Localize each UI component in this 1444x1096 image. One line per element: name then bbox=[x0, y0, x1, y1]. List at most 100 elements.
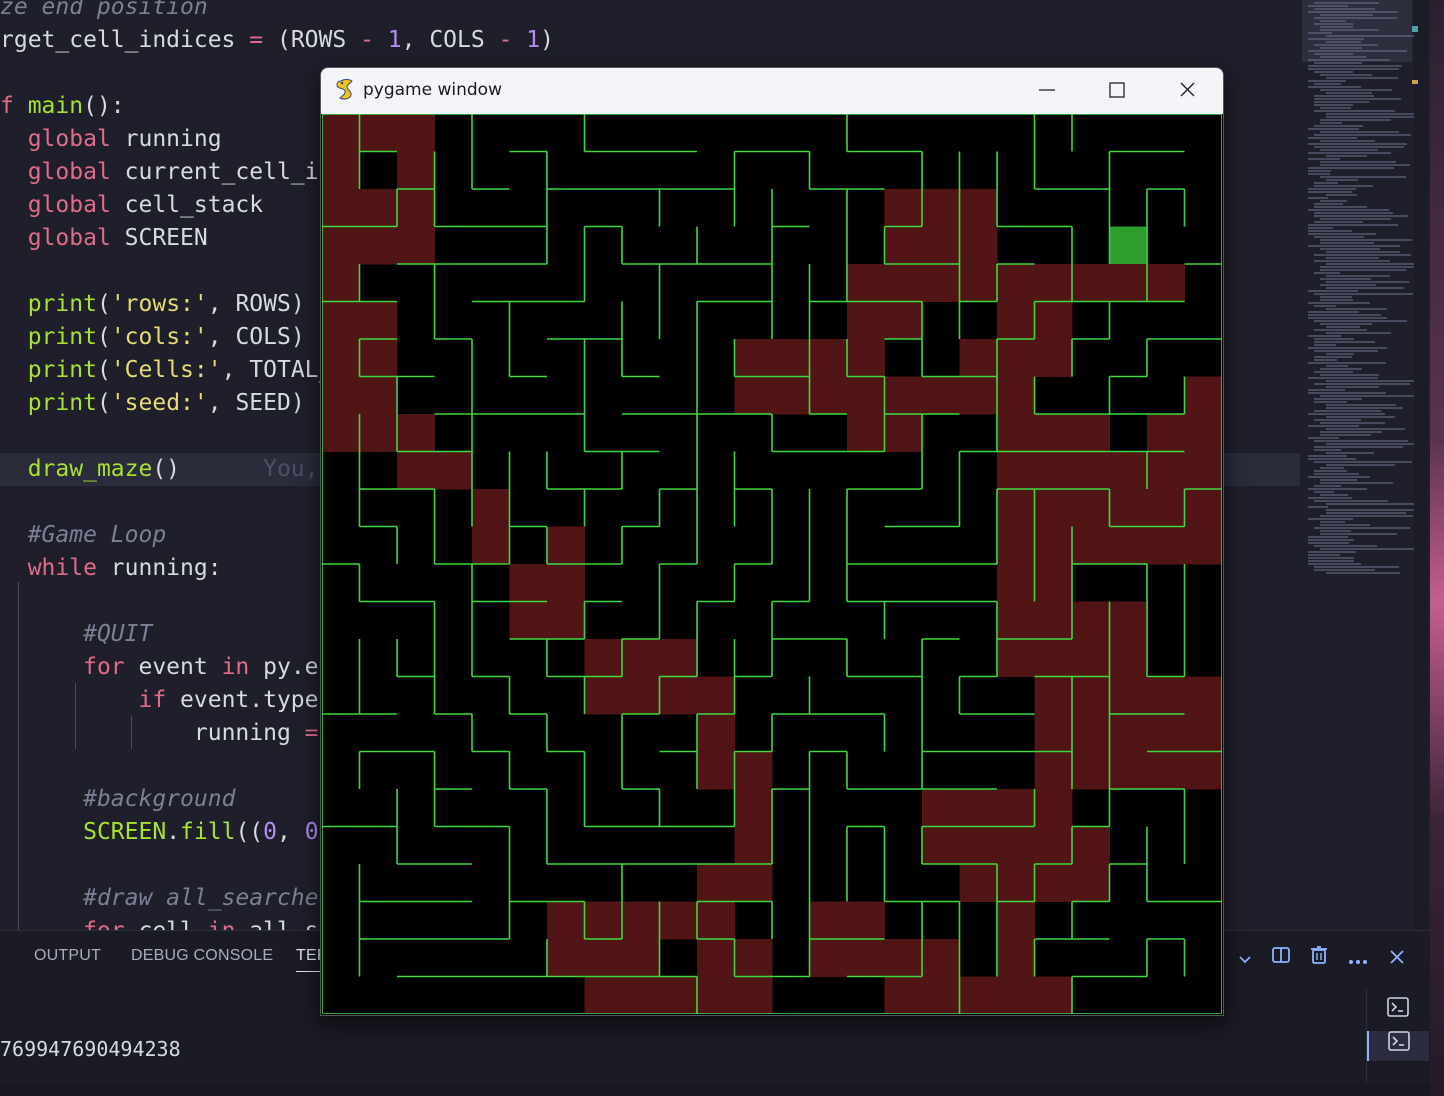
searched-cell bbox=[359, 414, 398, 452]
searched-cell bbox=[997, 639, 1035, 677]
minimap-line bbox=[1314, 341, 1375, 343]
minimap-line bbox=[1314, 110, 1396, 112]
code-line[interactable]: print('Cells:', TOTAL_ bbox=[0, 354, 333, 387]
code-line[interactable]: global running bbox=[0, 123, 222, 156]
minimap-line bbox=[1308, 539, 1355, 541]
code-line[interactable]: #QUIT bbox=[0, 618, 152, 651]
minimap-line bbox=[1320, 434, 1371, 436]
minimap-line bbox=[1308, 536, 1348, 538]
trash-icon[interactable] bbox=[1306, 945, 1332, 971]
code-line[interactable]: if event.type bbox=[0, 684, 319, 717]
code-token: ( bbox=[96, 357, 111, 383]
searched-cell bbox=[584, 939, 623, 977]
searched-cell bbox=[1109, 714, 1148, 752]
minimap-line bbox=[1320, 122, 1342, 124]
minimap-line bbox=[1314, 545, 1377, 547]
close-icon[interactable] bbox=[1384, 945, 1410, 971]
terminal-instance-active[interactable] bbox=[1367, 1031, 1429, 1061]
minimap-line bbox=[1314, 206, 1368, 208]
minimap-line bbox=[1308, 488, 1367, 490]
searched-cell bbox=[1072, 414, 1110, 452]
minimap-line bbox=[1326, 194, 1357, 196]
searched-cell bbox=[1034, 676, 1073, 715]
minimap-line bbox=[1320, 467, 1345, 469]
code-line[interactable]: global cell_stack bbox=[0, 189, 263, 222]
searched-cell bbox=[959, 189, 998, 227]
code-line[interactable]: while running: bbox=[0, 552, 222, 585]
code-token: You, bbox=[180, 456, 319, 482]
code-line[interactable]: running = bbox=[0, 717, 319, 750]
code-line[interactable]: global SCREEN bbox=[0, 222, 208, 255]
searched-cell bbox=[1109, 751, 1148, 790]
minimap-line bbox=[1314, 104, 1353, 106]
searched-cell bbox=[547, 526, 585, 565]
searched-cell bbox=[959, 376, 998, 415]
code-line[interactable]: print('cols:', COLS) bbox=[0, 321, 305, 354]
minimize-button[interactable] bbox=[1017, 68, 1077, 114]
code-token: SCREEN bbox=[83, 819, 167, 845]
code-line[interactable]: print('rows:', ROWS) bbox=[0, 288, 305, 321]
chevron-down-icon[interactable] bbox=[1232, 945, 1258, 971]
split-terminal-icon[interactable] bbox=[1268, 945, 1294, 971]
code-line[interactable]: for cell in all_se bbox=[0, 915, 332, 930]
searched-cell bbox=[959, 826, 998, 865]
minimap-line bbox=[1308, 362, 1387, 364]
terminal-instance-icon[interactable] bbox=[1381, 997, 1415, 1027]
close-window-button[interactable] bbox=[1157, 68, 1217, 114]
terminal-list bbox=[1366, 989, 1429, 1083]
searched-cell bbox=[734, 939, 773, 977]
minimap-line bbox=[1308, 59, 1390, 61]
searched-cell bbox=[1034, 264, 1073, 302]
code-line[interactable]: ze end position bbox=[0, 0, 208, 24]
pygame-window[interactable]: pygame window bbox=[320, 67, 1224, 1016]
code-line[interactable]: for event in py.ev bbox=[0, 651, 332, 684]
searched-cell bbox=[922, 826, 960, 865]
minimap-line bbox=[1314, 527, 1410, 529]
code-line[interactable]: #Game Loop bbox=[0, 519, 166, 552]
maximize-button[interactable] bbox=[1087, 68, 1147, 114]
ellipsis-icon[interactable] bbox=[1345, 945, 1371, 971]
window-title: pygame window bbox=[363, 80, 502, 100]
code-line[interactable]: print('seed:', SEED) bbox=[0, 387, 305, 420]
code-line[interactable]: f main(): bbox=[0, 90, 125, 123]
code-token: draw_maze bbox=[27, 456, 153, 482]
minimap-line bbox=[1314, 203, 1343, 205]
minimap-line bbox=[1320, 482, 1393, 484]
searched-cell bbox=[584, 976, 623, 1015]
code-line[interactable]: #background bbox=[0, 783, 235, 816]
searched-cell bbox=[809, 376, 848, 415]
minimap-line bbox=[1314, 401, 1347, 403]
tab-debug-console[interactable]: DEBUG CONSOLE bbox=[131, 947, 273, 965]
searched-cell bbox=[397, 414, 435, 452]
maze-canvas[interactable] bbox=[321, 113, 1223, 1015]
code-line[interactable]: #draw all_searched bbox=[0, 882, 332, 915]
minimap-line bbox=[1308, 458, 1357, 460]
minimap-line bbox=[1308, 68, 1399, 70]
code-token: () bbox=[152, 456, 181, 482]
code-token: 1 bbox=[387, 27, 402, 53]
searched-cell bbox=[997, 451, 1035, 490]
minimap[interactable] bbox=[1302, 0, 1426, 580]
tab-output[interactable]: OUTPUT bbox=[34, 947, 101, 965]
code-line[interactable]: global current_cell_in bbox=[0, 156, 333, 189]
minimap-line bbox=[1326, 275, 1391, 277]
code-token: event.type bbox=[180, 687, 319, 713]
editor-scrollbar[interactable] bbox=[1414, 0, 1428, 930]
minimap-line bbox=[1326, 41, 1362, 43]
searched-cell bbox=[1147, 526, 1185, 565]
code-line[interactable]: SCREEN.fill((0, 0, bbox=[0, 816, 332, 849]
minimap-line bbox=[1326, 416, 1395, 418]
code-line[interactable]: rget_cell_indices = (ROWS - 1, COLS - 1) bbox=[0, 24, 554, 57]
searched-cell bbox=[359, 301, 398, 340]
window-titlebar[interactable]: pygame window bbox=[321, 68, 1223, 114]
code-token: , bbox=[401, 27, 430, 53]
indent-guide bbox=[75, 683, 76, 749]
minimap-line bbox=[1308, 413, 1385, 415]
minimap-line bbox=[1308, 554, 1340, 556]
